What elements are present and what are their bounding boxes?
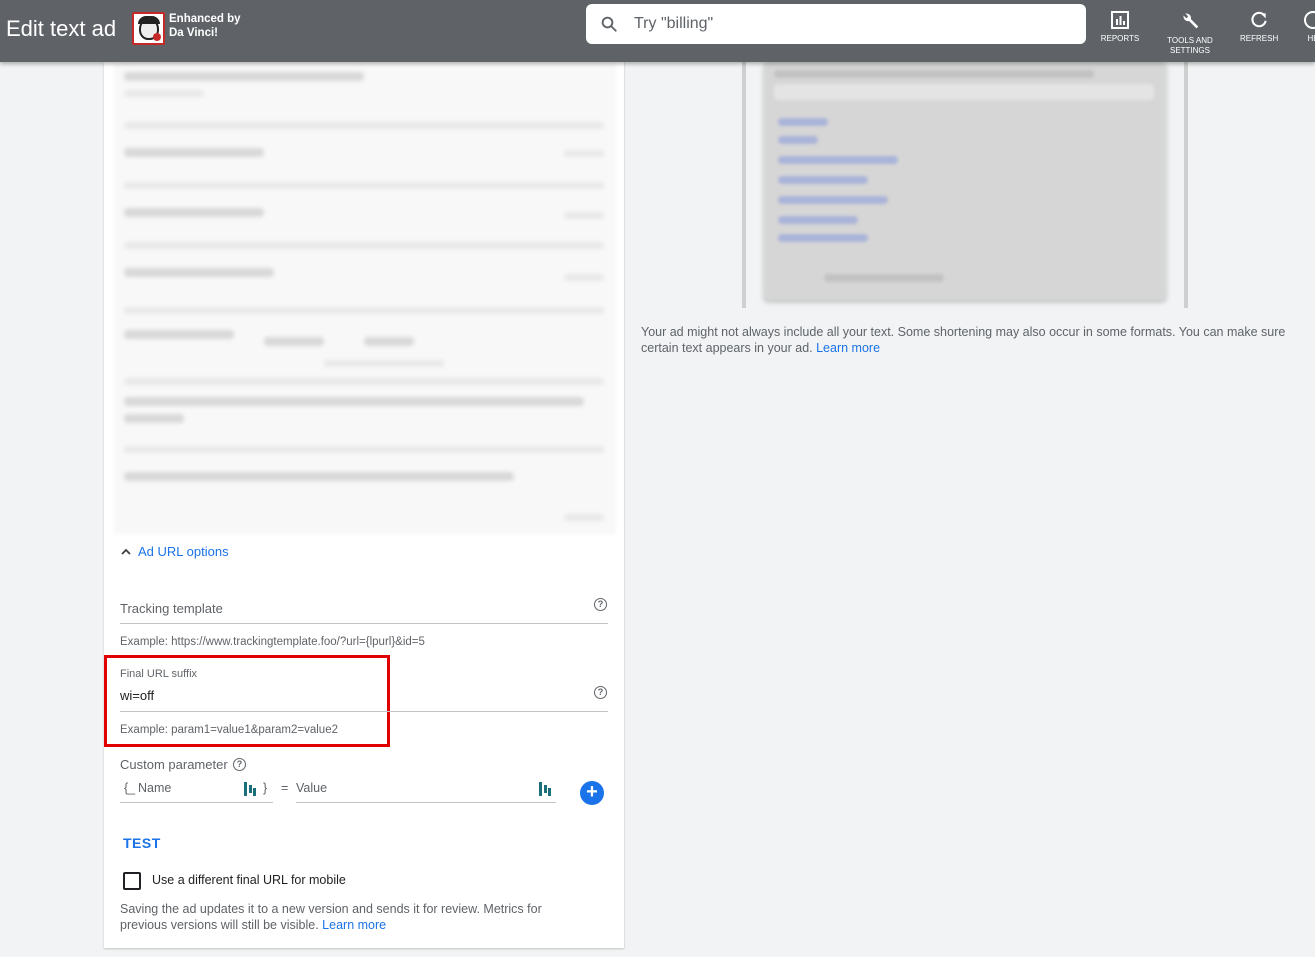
ad-url-options-label: Ad URL options (138, 544, 229, 559)
custom-parameter-value-input[interactable]: Value (296, 781, 327, 795)
final-url-suffix-help-icon[interactable]: ? (594, 686, 607, 699)
top-app-bar: Edit text ad Enhanced by Da Vinci! REPOR… (0, 0, 1315, 62)
custom-parameter-name-suffix: } (263, 781, 268, 795)
search-box[interactable] (586, 4, 1086, 44)
wrench-icon (1183, 13, 1199, 29)
preview-note: Your ad might not always include all you… (641, 324, 1291, 356)
final-url-suffix-label: Final URL suffix (120, 668, 198, 680)
add-parameter-button[interactable]: + (580, 781, 604, 805)
insert-parameter-value-icon[interactable] (539, 782, 551, 796)
refresh-label: REFRESH (1240, 34, 1279, 43)
preview-learn-more-link[interactable]: Learn more (816, 341, 880, 355)
preview-note-text: Your ad might not always include all you… (641, 325, 1286, 355)
test-button[interactable]: TEST (123, 835, 161, 851)
ad-url-options-toggle[interactable]: Ad URL options (120, 544, 229, 559)
refresh-button[interactable]: REFRESH (1240, 10, 1278, 44)
refresh-icon (1251, 11, 1267, 28)
mobile-url-checkbox[interactable] (123, 872, 141, 890)
ad-preview (742, 62, 1188, 308)
custom-parameter-help-icon[interactable]: ? (233, 758, 246, 771)
insert-parameter-icon[interactable] (244, 782, 256, 796)
save-note-learn-more-link[interactable]: Learn more (322, 918, 386, 932)
extension-logo-icon[interactable] (132, 12, 165, 45)
panel-divider (624, 62, 625, 948)
custom-parameter-value-underline (296, 802, 556, 803)
custom-parameter-name-input[interactable]: Name (138, 781, 171, 795)
final-url-suffix-example: Example: param1=value1&param2=value2 (120, 724, 338, 736)
blurred-form-fields (114, 62, 616, 534)
tracking-template-example: Example: https://www.trackingtemplate.fo… (120, 636, 425, 648)
help-label: HE (1307, 34, 1315, 43)
extension-label-line2: Da Vinci! (169, 27, 218, 39)
tracking-template-field[interactable]: Tracking template (120, 601, 223, 616)
save-note: Saving the ad updates it to a new versio… (120, 901, 580, 933)
help-button[interactable]: HE (1298, 10, 1315, 44)
custom-parameter-label: Custom parameter (120, 757, 228, 772)
tracking-template-help-icon[interactable]: ? (594, 598, 607, 611)
extension-label: Enhanced by Da Vinci! (169, 12, 241, 40)
reports-icon (1111, 11, 1129, 29)
reports-button[interactable]: REPORTS (1100, 10, 1140, 44)
chevron-up-icon (121, 548, 131, 555)
mobile-url-checkbox-label[interactable]: Use a different final URL for mobile (152, 873, 346, 887)
tools-and-settings-label: TOOLS AND SETTINGS (1167, 36, 1213, 55)
reports-label: REPORTS (1100, 34, 1140, 43)
custom-parameter-equals: = (281, 781, 289, 795)
preview-device-frame-right (1184, 62, 1188, 308)
final-url-suffix-underline (120, 711, 608, 712)
tools-and-settings-button[interactable]: TOOLS AND SETTINGS (1163, 10, 1217, 56)
custom-parameter-name-underline (120, 802, 273, 803)
extension-label-line1: Enhanced by (169, 13, 241, 25)
tracking-template-underline (120, 623, 608, 624)
search-icon (601, 16, 617, 32)
page-title: Edit text ad (6, 16, 117, 41)
preview-card-blurred (764, 62, 1166, 300)
preview-device-frame-left (742, 62, 746, 308)
custom-parameter-name-prefix: {_ (124, 781, 136, 795)
final-url-suffix-field[interactable]: wi=off (120, 688, 154, 703)
help-icon (1304, 11, 1315, 29)
ad-edit-form: Ad URL options Tracking template ? Examp… (104, 62, 624, 948)
search-input[interactable] (634, 13, 1064, 35)
